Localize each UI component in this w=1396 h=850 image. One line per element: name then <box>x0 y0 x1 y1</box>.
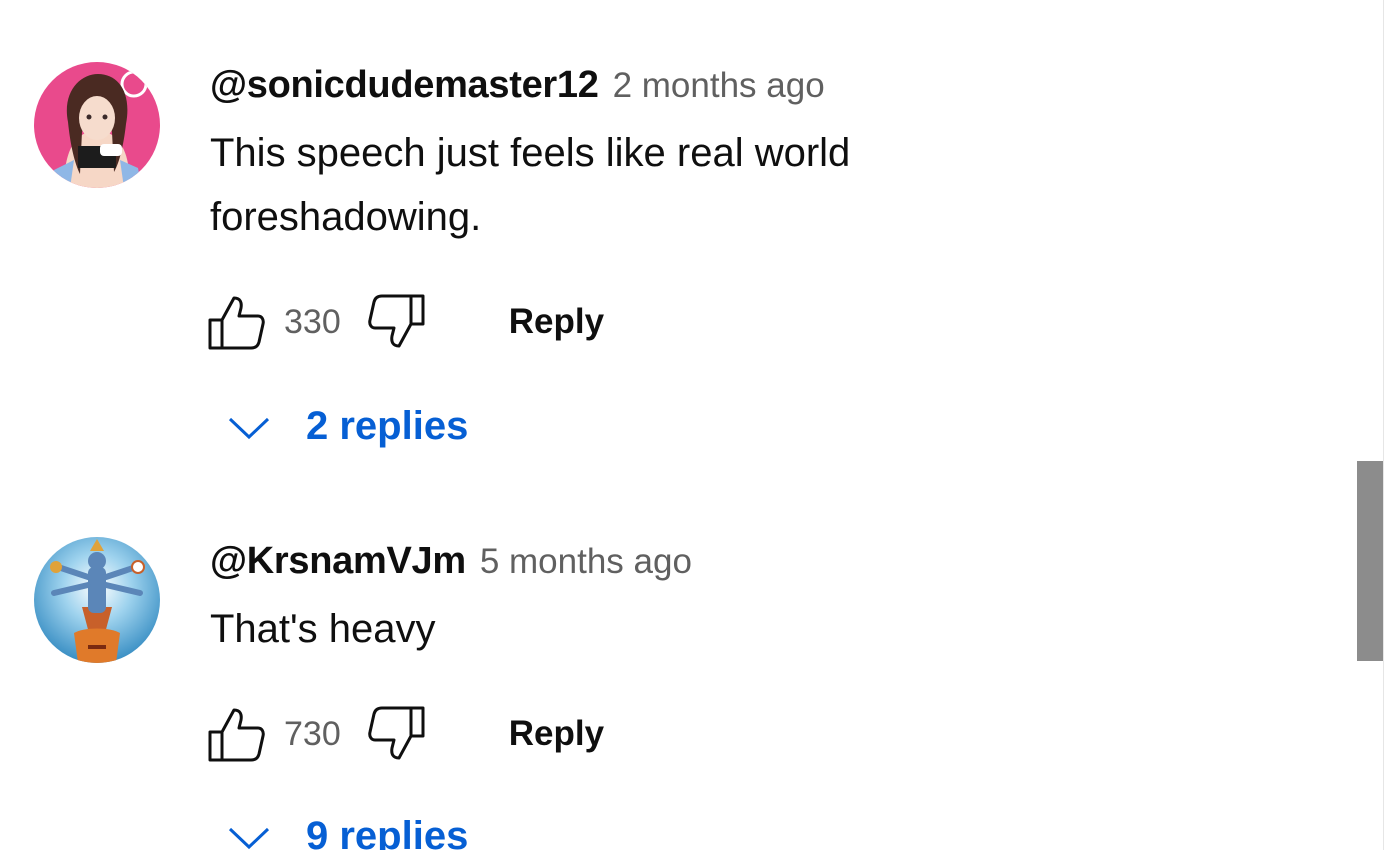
avatar[interactable] <box>34 537 160 663</box>
thumbs-down-icon <box>367 706 425 760</box>
author-name[interactable]: @KrsnamVJm <box>210 540 466 583</box>
view-replies-button[interactable]: 9 replies <box>224 814 468 850</box>
like-count: 730 <box>284 714 341 753</box>
comment-body: @KrsnamVJm 5 months ago That's heavy 730 <box>208 540 1340 850</box>
dislike-button[interactable] <box>365 702 429 766</box>
reply-button[interactable]: Reply <box>509 714 604 754</box>
like-button[interactable] <box>204 702 268 766</box>
comment-timestamp[interactable]: 5 months ago <box>480 542 692 582</box>
comment-actions: 730 Reply <box>204 702 604 766</box>
thumbs-up-icon <box>208 708 265 762</box>
scrollbar-thumb[interactable] <box>1357 461 1383 661</box>
comment-text: That's heavy <box>210 607 436 651</box>
comment-thread: @KrsnamVJm 5 months ago That's heavy 730 <box>0 0 1340 850</box>
chevron-down-icon <box>228 827 270 849</box>
scrollbar-track[interactable] <box>1383 0 1384 850</box>
replies-count-label: 9 replies <box>306 814 469 850</box>
comment-header: @KrsnamVJm 5 months ago <box>210 540 1340 583</box>
deity-illustration-avatar-icon <box>34 537 160 663</box>
comments-section: @sonicdudemaster12 2 months ago This spe… <box>0 0 1396 850</box>
